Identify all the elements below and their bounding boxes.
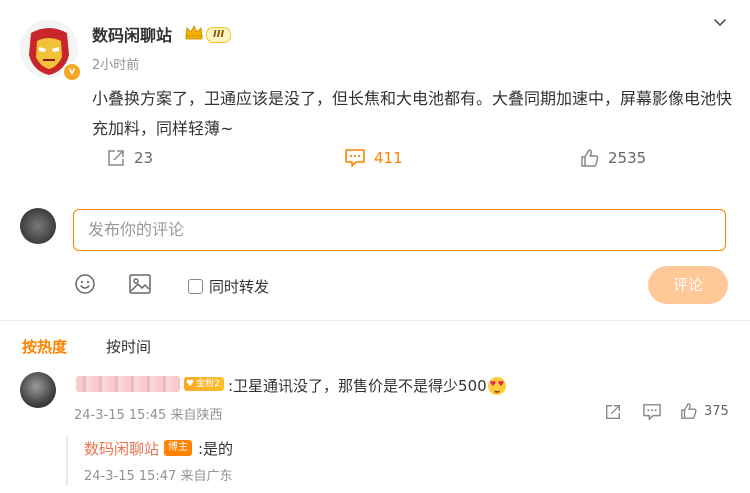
comment-like-button[interactable]: 375: [680, 402, 729, 420]
commenter-name-blurred[interactable]: [76, 376, 180, 392]
comment-input[interactable]: 发布你的评论: [73, 209, 726, 251]
reply-text: :是的: [198, 440, 234, 458]
reply-thread-bar: [66, 436, 68, 486]
post-time[interactable]: 2小时前: [92, 54, 139, 73]
reply-meta: 24-3-15 15:47 来自广东: [84, 469, 233, 484]
current-user-avatar: [20, 208, 56, 244]
comment-button[interactable]: 411: [344, 148, 403, 168]
like-count: 2535: [608, 149, 647, 167]
like-icon: [680, 402, 698, 420]
like-icon: [580, 148, 600, 168]
comment-text-row: :卫星通讯没了，那售价是不是得少500 ♥ ♥: [228, 375, 506, 396]
submit-comment-button[interactable]: 评论: [648, 266, 728, 304]
commenter-avatar[interactable]: [20, 372, 56, 408]
reply-author-name[interactable]: 数码闲聊站: [84, 438, 159, 459]
repost-label: 同时转发: [209, 278, 270, 296]
checkbox-box[interactable]: [188, 279, 203, 294]
tab-sort-time[interactable]: 按时间: [106, 336, 151, 357]
comment-reply-icon[interactable]: [642, 403, 662, 421]
divider: [0, 320, 750, 321]
repost-checkbox[interactable]: 同时转发: [188, 276, 269, 297]
image-icon[interactable]: [128, 273, 152, 295]
post-text: 小叠换方案了，卫通应该是没了，但长焦和大电池都有。大叠同期加速中，屏幕影像电池快…: [92, 89, 733, 138]
comment-like-count: 375: [704, 403, 729, 419]
verified-badge: v: [62, 62, 82, 82]
share-count: 23: [134, 149, 154, 167]
crown-icon: [184, 24, 204, 40]
tab-sort-hot[interactable]: 按热度: [22, 336, 67, 357]
fan-badge: ♥ 金粉2: [184, 377, 224, 391]
heart-eyes-emoji-icon: ♥ ♥: [487, 376, 506, 395]
comment-icon: [344, 148, 366, 168]
emoji-icon[interactable]: [74, 273, 96, 295]
fan-badge-label: 金粉2: [196, 379, 220, 389]
author-name[interactable]: 数码闲聊站: [92, 22, 172, 46]
heart-icon: ♥: [186, 379, 195, 389]
comment-count: 411: [374, 149, 403, 167]
chevron-down-icon[interactable]: [712, 14, 728, 30]
share-button[interactable]: 23: [106, 148, 153, 168]
like-button[interactable]: 2535: [580, 148, 646, 168]
comment-share-icon[interactable]: [604, 403, 622, 421]
op-badge: 博主: [164, 440, 192, 456]
share-icon: [106, 148, 126, 168]
comment-text: :卫星通讯没了，那售价是不是得少500: [228, 377, 487, 395]
comment-meta: 24-3-15 15:45 来自陕西: [74, 408, 223, 423]
level-badge: III: [206, 27, 232, 43]
